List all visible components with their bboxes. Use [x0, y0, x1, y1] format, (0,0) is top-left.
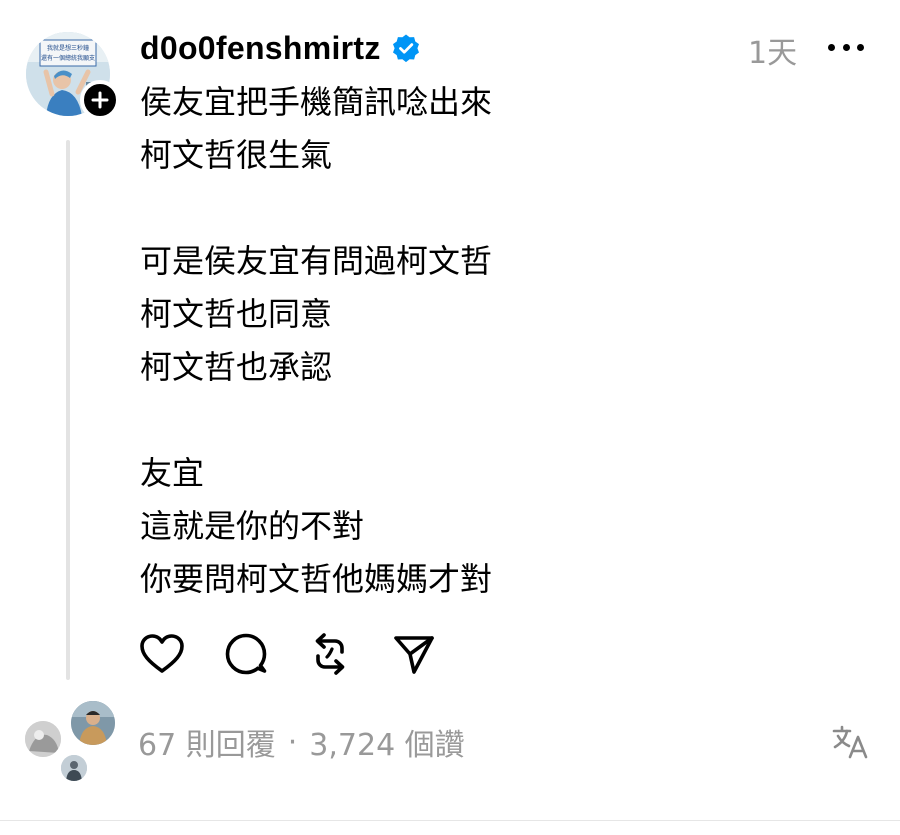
share-button[interactable]	[390, 630, 438, 678]
reply-count[interactable]: 67 則回覆	[138, 720, 276, 764]
post-body-line	[140, 182, 840, 235]
post-body: 侯友宜把手機簡訊唸出來 柯文哲很生氣 可是侯友宜有問過柯文哲 柯文哲也同意 柯文…	[140, 76, 840, 606]
like-button[interactable]	[138, 630, 186, 678]
verified-badge-icon	[391, 33, 421, 63]
post-body-line: 友宜	[140, 454, 205, 492]
action-bar	[138, 630, 438, 678]
replier-avatar	[68, 698, 118, 748]
more-dot	[857, 43, 864, 51]
more-options-icon[interactable]	[828, 40, 864, 54]
translate-icon[interactable]	[830, 722, 870, 762]
username-row: d0o0fenshmirtz	[140, 26, 421, 70]
comment-button[interactable]	[222, 630, 270, 678]
plus-icon	[91, 91, 109, 109]
post-body-line: 柯文哲也承認	[140, 348, 333, 386]
share-icon	[394, 636, 434, 674]
more-dot	[828, 43, 835, 51]
replier-avatar	[22, 718, 64, 760]
repost-icon	[315, 633, 345, 675]
like-count[interactable]: 3,724 個讚	[309, 720, 464, 764]
follow-button[interactable]	[80, 80, 120, 120]
username[interactable]: d0o0fenshmirtz	[140, 30, 381, 67]
post-body-line	[140, 394, 840, 447]
post-body-line: 可是侯友宜有問過柯文哲	[140, 242, 493, 280]
post-timestamp: 1天	[748, 36, 798, 71]
post-stats: 67 則回覆 · 3,724 個讚	[138, 720, 465, 764]
replier-avatars[interactable]	[20, 698, 120, 788]
post-body-line: 柯文哲也同意	[140, 295, 333, 333]
repost-button[interactable]	[306, 630, 354, 678]
post-body-line: 柯文哲很生氣	[140, 136, 333, 174]
post-body-line: 這就是你的不對	[140, 507, 365, 545]
avatar-sign-line-1: 我就是想三秒鐘	[47, 44, 89, 52]
heart-icon	[140, 634, 184, 673]
post-body-line: 侯友宜把手機簡訊唸出來	[140, 83, 493, 121]
thread-line	[66, 140, 70, 680]
stats-separator: ·	[287, 724, 298, 760]
avatar-sign-line-2: 還有一個總統我願支	[41, 54, 95, 62]
thread-post: 我就是想三秒鐘 還有一個總統我願支 d0o0fenshmirtz 1天 侯友宜把…	[0, 0, 900, 835]
comment-icon	[225, 633, 267, 675]
more-dot	[842, 43, 850, 51]
post-divider	[0, 820, 900, 821]
post-body-line: 你要問柯文哲他媽媽才對	[140, 560, 493, 598]
replier-avatar	[58, 752, 90, 784]
